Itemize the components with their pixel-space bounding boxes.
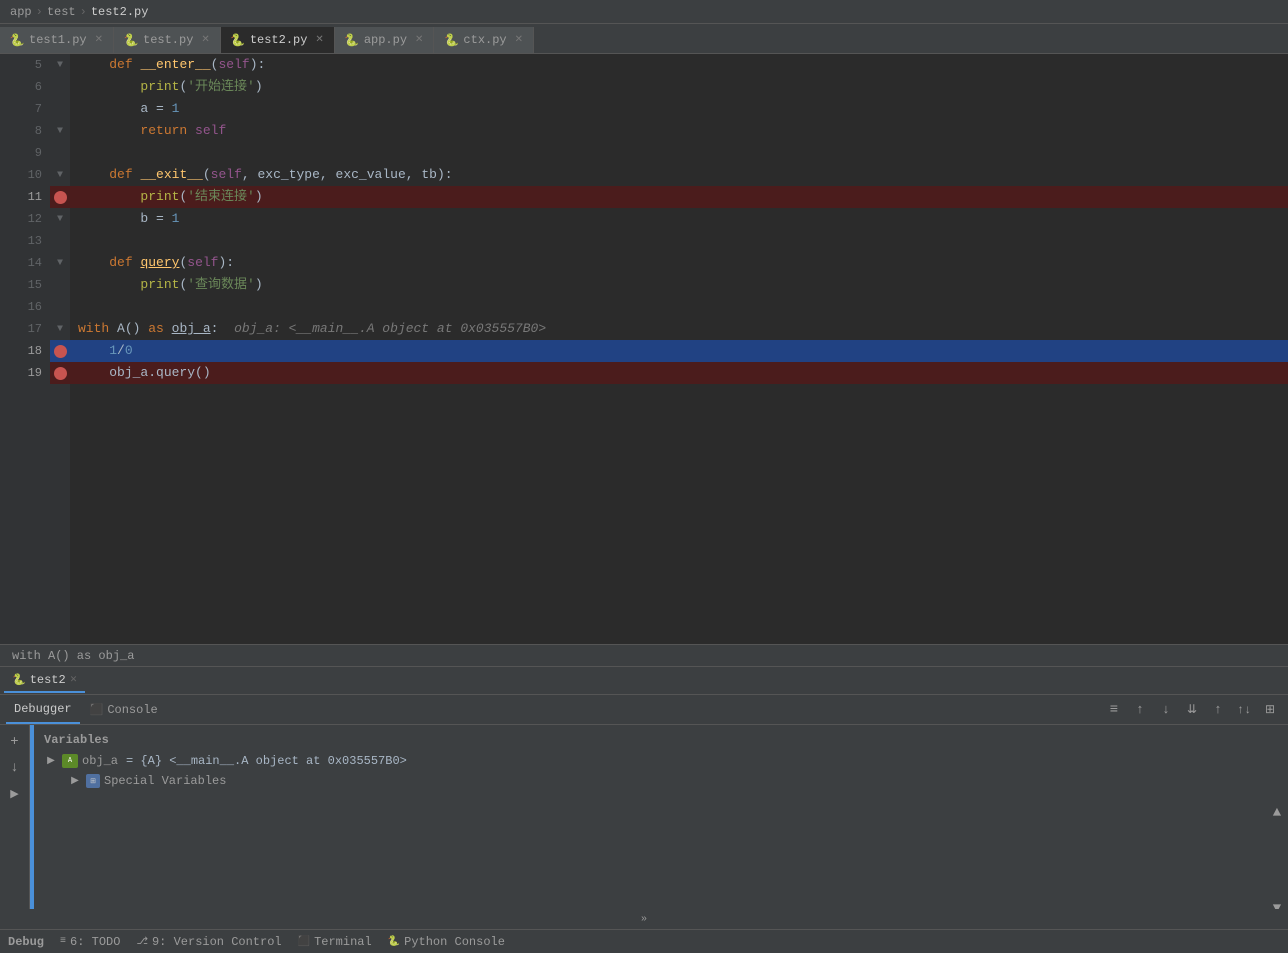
tab-app[interactable]: 🐍 app.py ✕ bbox=[335, 27, 435, 53]
status-python-console[interactable]: 🐍 Python Console bbox=[388, 935, 505, 949]
version-icon: ⎇ bbox=[136, 936, 148, 948]
tab-test1[interactable]: 🐍 test1.py ✕ bbox=[0, 27, 114, 53]
status-version-control[interactable]: ⎇ 9: Version Control bbox=[136, 935, 281, 949]
py-session-icon: 🐍 bbox=[12, 673, 26, 687]
debug-panel: 🐍 test2 ✕ Debugger ⬛ Console ≡ ↑ ↓ ⇊ ↑ ↑… bbox=[0, 666, 1288, 929]
python-console-icon: 🐍 bbox=[388, 936, 400, 948]
fold-12[interactable]: ▼ bbox=[50, 208, 70, 230]
fold-8[interactable]: ▼ bbox=[50, 120, 70, 142]
status-bar: Debug ≡ 6: TODO ⎇ 9: Version Control ⬛ T… bbox=[0, 929, 1288, 953]
fold-14[interactable]: ▼ bbox=[50, 252, 70, 274]
py-icon-3: 🐍 bbox=[231, 33, 245, 47]
tab-test2[interactable]: 🐍 test2.py ✕ bbox=[221, 27, 335, 53]
line-numbers: 5 6 7 8 9 10 11 12 13 14 15 16 17 18 19 bbox=[0, 54, 50, 644]
debug-content: + ↓ ▶ Variables ▶ A obj_a = {A} <__main_… bbox=[0, 725, 1288, 909]
code-line-11: print('结束连接') bbox=[70, 186, 1288, 208]
var-row-obj_a[interactable]: ▶ A obj_a = {A} <__main__.A object at 0x… bbox=[38, 751, 1262, 771]
debug-btn-step-out[interactable]: ↑ bbox=[1206, 699, 1230, 721]
scroll-up-btn[interactable]: ▲ bbox=[1266, 805, 1288, 821]
breadcrumb-test[interactable]: test bbox=[47, 5, 76, 19]
code-line-19: obj_a.query() bbox=[70, 362, 1288, 384]
code-line-12: b = 1 bbox=[70, 208, 1288, 230]
breakpoint-19[interactable] bbox=[50, 362, 70, 384]
collapse-icon[interactable]: » bbox=[641, 914, 647, 925]
py-icon-4: 🐍 bbox=[345, 33, 359, 47]
code-line-14: def query(self): bbox=[70, 252, 1288, 274]
todo-icon: ≡ bbox=[60, 936, 66, 947]
py-icon-5: 🐍 bbox=[444, 33, 458, 47]
code-line-6: print('开始连接') bbox=[70, 76, 1288, 98]
tab-console[interactable]: ⬛ Console bbox=[82, 696, 166, 724]
session-tab-test2[interactable]: 🐍 test2 ✕ bbox=[4, 669, 85, 693]
debug-btn-frames[interactable]: ⊞ bbox=[1258, 699, 1282, 721]
var-type-icon: A bbox=[62, 754, 78, 768]
var-expand-icon[interactable]: ▶ bbox=[44, 754, 58, 768]
code-line-13 bbox=[70, 230, 1288, 252]
breakpoint-11[interactable] bbox=[50, 186, 70, 208]
editor-area: 5 6 7 8 9 10 11 12 13 14 15 16 17 18 19 … bbox=[0, 54, 1288, 644]
console-icon: ⬛ bbox=[90, 703, 104, 717]
debug-down-btn[interactable]: ↓ bbox=[4, 757, 26, 779]
code-line-8: return self bbox=[70, 120, 1288, 142]
breadcrumb: app › test › test2.py bbox=[0, 0, 1288, 24]
code-line-18: 1/0 bbox=[70, 340, 1288, 362]
code-line-16 bbox=[70, 296, 1288, 318]
scroll-panel: ▲ ▼ bbox=[1266, 725, 1288, 909]
code-line-15: print('查询数据') bbox=[70, 274, 1288, 296]
debug-tab-bar: 🐍 test2 ✕ bbox=[0, 667, 1288, 695]
debug-collapse-bar: » bbox=[0, 909, 1288, 929]
debug-btn-step-into[interactable]: ↓ bbox=[1154, 699, 1178, 721]
breadcrumb-app[interactable]: app bbox=[10, 5, 32, 19]
var-expand-special[interactable]: ▶ bbox=[68, 774, 82, 788]
debug-btn-step-into-my[interactable]: ⇊ bbox=[1180, 699, 1204, 721]
status-debug[interactable]: Debug bbox=[8, 935, 44, 949]
py-icon: 🐍 bbox=[10, 33, 24, 47]
variables-header: Variables bbox=[38, 729, 1262, 751]
tab-close-test2[interactable]: ✕ bbox=[315, 34, 323, 46]
tab-bar: 🐍 test1.py ✕ 🐍 test.py ✕ 🐍 test2.py ✕ 🐍 … bbox=[0, 24, 1288, 54]
debug-left-panel: + ↓ ▶ bbox=[0, 725, 30, 909]
session-tab-close[interactable]: ✕ bbox=[70, 675, 78, 685]
fold-10[interactable]: ▼ bbox=[50, 164, 70, 186]
tab-close-ctx[interactable]: ✕ bbox=[515, 34, 523, 46]
status-todo[interactable]: ≡ 6: TODO bbox=[60, 935, 120, 949]
breakpoint-18[interactable] bbox=[50, 340, 70, 362]
tab-ctx[interactable]: 🐍 ctx.py ✕ bbox=[434, 27, 534, 53]
breadcrumb-file: test2.py bbox=[91, 5, 149, 19]
variables-panel: Variables ▶ A obj_a = {A} <__main__.A ob… bbox=[34, 725, 1266, 909]
special-var-icon: ⊞ bbox=[86, 774, 100, 788]
tab-debugger[interactable]: Debugger bbox=[6, 696, 80, 724]
code-line-17: with A() as obj_a: obj_a: <__main__.A ob… bbox=[70, 318, 1288, 340]
debug-add-btn[interactable]: + bbox=[4, 731, 26, 753]
code-line-5: def __enter__(self): bbox=[70, 54, 1288, 76]
terminal-icon: ⬛ bbox=[298, 936, 310, 948]
tab-close-app[interactable]: ✕ bbox=[415, 34, 423, 46]
fold-5[interactable]: ▼ bbox=[50, 54, 70, 76]
code-line-9 bbox=[70, 142, 1288, 164]
status-terminal[interactable]: ⬛ Terminal bbox=[298, 935, 372, 949]
debug-toolbar: Debugger ⬛ Console ≡ ↑ ↓ ⇊ ↑ ↑↓ ⊞ bbox=[0, 695, 1288, 725]
var-row-special[interactable]: ▶ ⊞ Special Variables bbox=[38, 771, 1262, 791]
gutter: ▼ ▼ ▼ ▼ ▼ ▼ bbox=[50, 54, 70, 644]
code-line-10: def __exit__(self, exc_type, exc_value, … bbox=[70, 164, 1288, 186]
tooltip-bar: with A() as obj_a bbox=[0, 644, 1288, 666]
tab-test[interactable]: 🐍 test.py ✕ bbox=[114, 27, 221, 53]
py-icon-2: 🐍 bbox=[124, 33, 138, 47]
tab-close-test1[interactable]: ✕ bbox=[95, 34, 103, 46]
tab-close-test[interactable]: ✕ bbox=[201, 34, 209, 46]
fold-17[interactable]: ▼ bbox=[50, 318, 70, 340]
code-content[interactable]: def __enter__(self): print('开始连接') a = 1… bbox=[70, 54, 1288, 644]
code-line-7: a = 1 bbox=[70, 98, 1288, 120]
debug-btn-step-over[interactable]: ↑ bbox=[1128, 699, 1152, 721]
debug-expand-btn[interactable]: ▶ bbox=[4, 783, 26, 805]
scroll-down-btn[interactable]: ▼ bbox=[1266, 901, 1288, 909]
debug-btn-menu[interactable]: ≡ bbox=[1102, 699, 1126, 721]
debug-btn-run-cursor[interactable]: ↑↓ bbox=[1232, 699, 1256, 721]
